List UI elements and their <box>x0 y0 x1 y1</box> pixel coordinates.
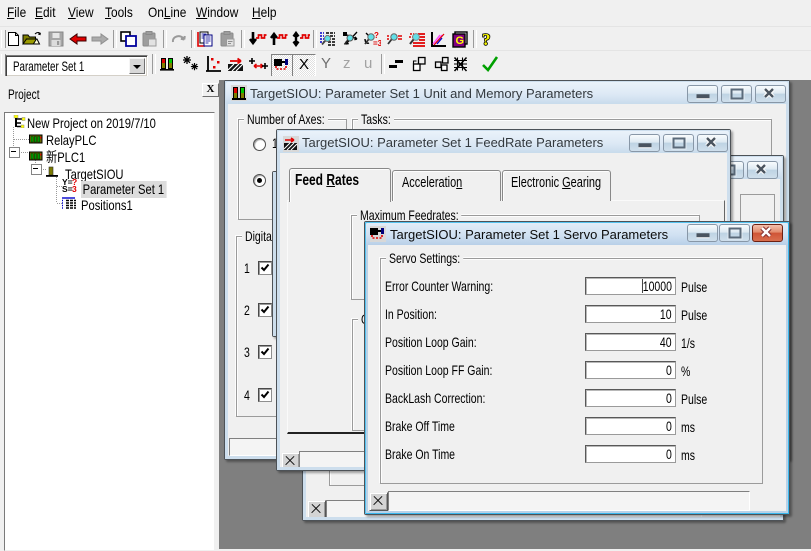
svg-text:?: ? <box>482 30 491 48</box>
svg-text:3: 3 <box>72 184 77 192</box>
svg-text:=3: =3 <box>373 39 381 47</box>
svg-text:G: G <box>456 35 465 47</box>
